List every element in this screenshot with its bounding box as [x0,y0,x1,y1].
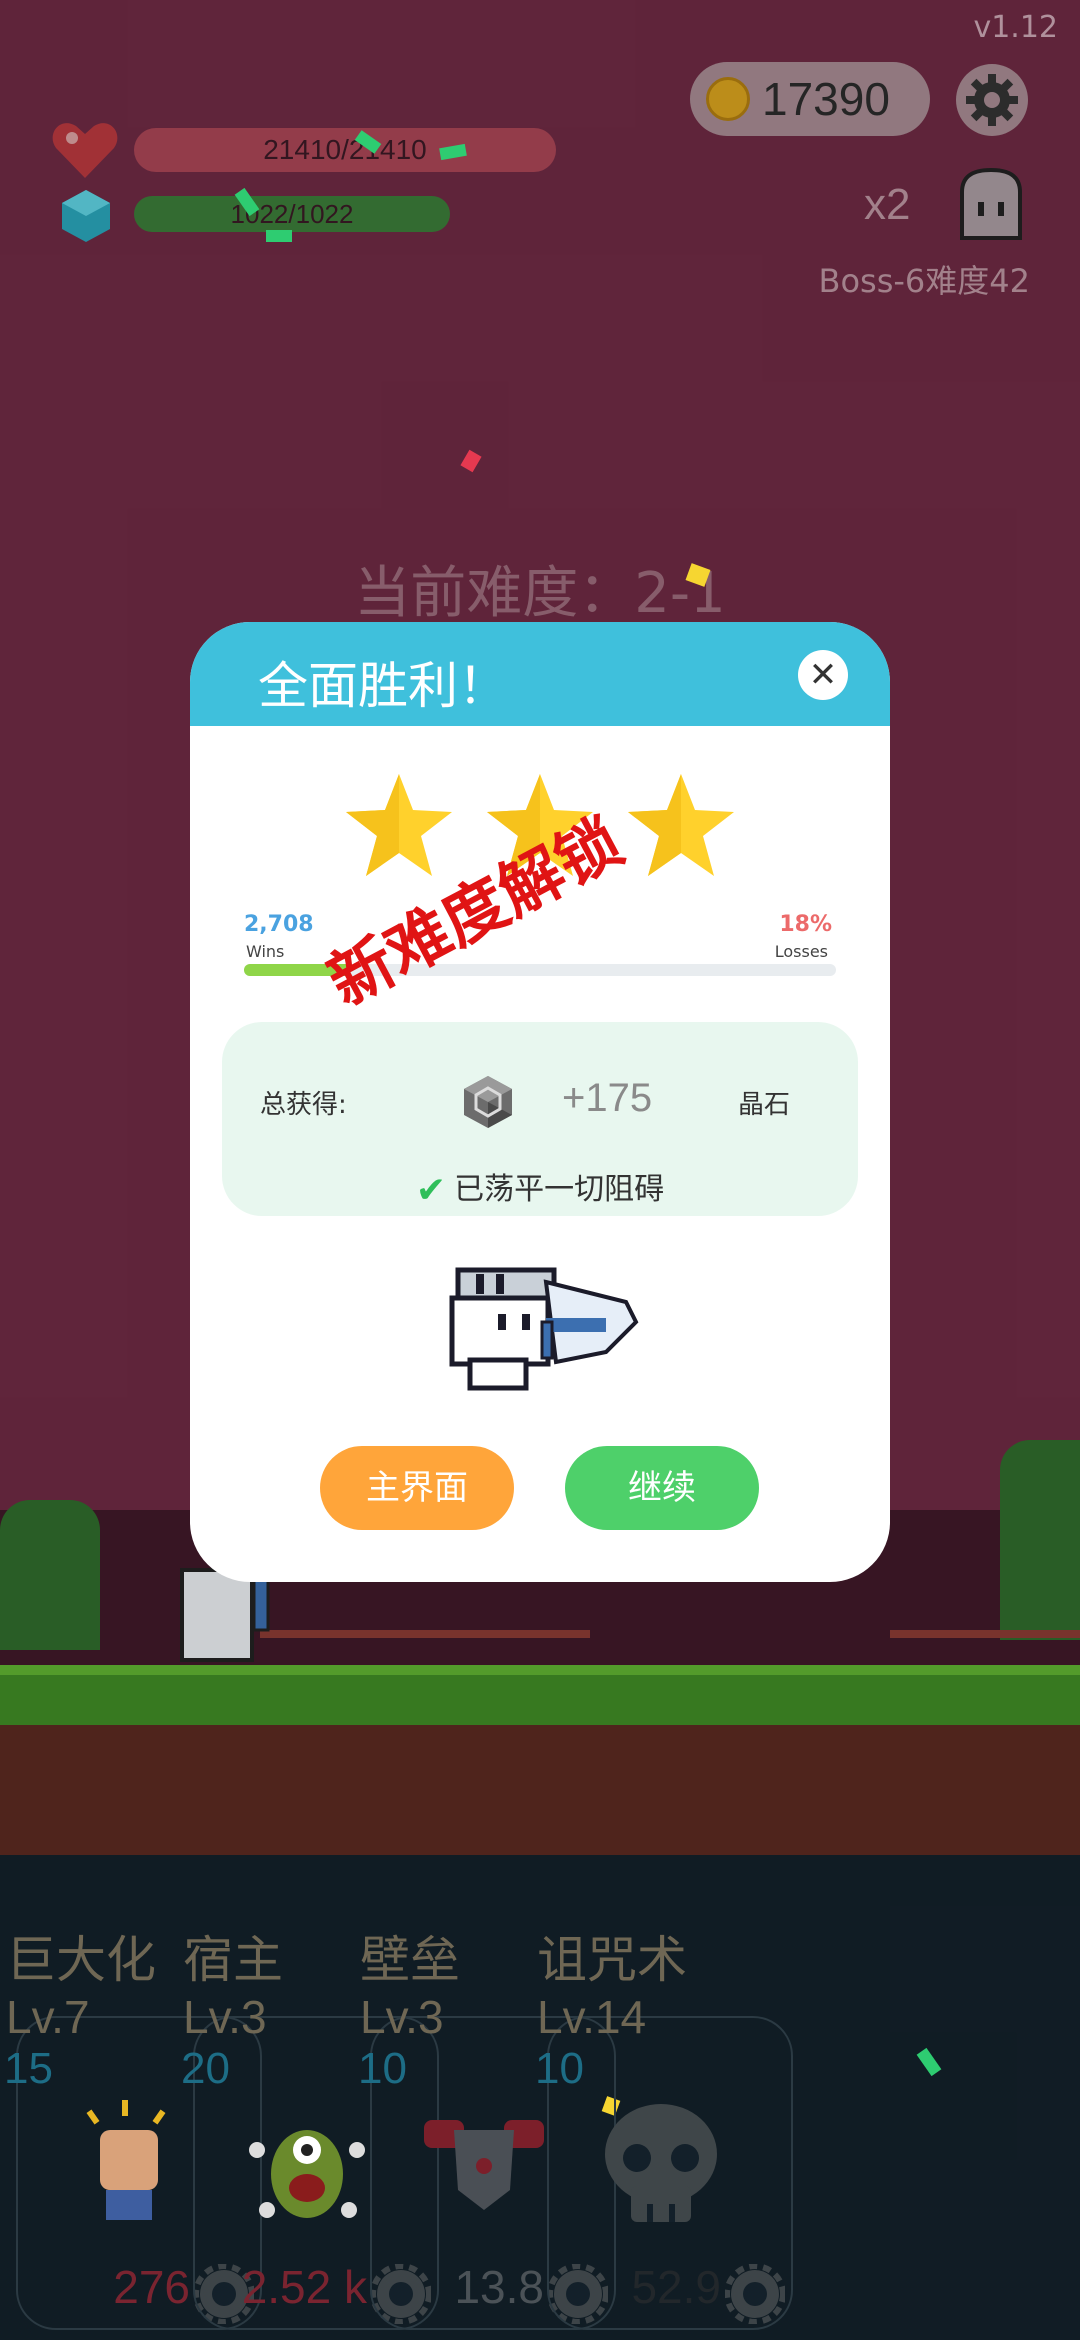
losses-value: 18% [779,912,832,937]
wins-label: Wins [246,942,285,961]
confetti [266,230,292,242]
skull-icon [605,2104,717,2222]
knight-sprite [449,1267,639,1391]
close-button[interactable]: ✕ [798,650,848,700]
skill-name: 宿主 [183,1931,283,1989]
skill-level: Lv.3 [360,1991,444,2043]
skill-level: Lv.14 [537,1991,647,2043]
skill-name: 壁垒 [360,1931,460,1989]
clear-message: ✔ 已荡平一切阻碍 [222,1164,858,1211]
skill-cost: 10 [358,2044,407,2093]
skill-cost: 20 [181,2044,230,2093]
upgrade-gear-icon[interactable] [725,2264,785,2324]
skill-value: 52.9 [631,2261,721,2313]
skill-level: Lv.3 [183,1991,267,2043]
check-icon: ✔ [415,1170,447,1211]
main-menu-button[interactable]: 主界面 [320,1446,514,1530]
skill-level: Lv.7 [6,1991,90,2043]
clear-text: 已荡平一切阻碍 [454,1172,665,1207]
reward-label: 总获得: [260,1090,347,1120]
reward-unit: 晶石 [738,1090,791,1120]
losses-label: Losses [774,942,828,961]
reward-value: +175 [562,1076,653,1120]
star-icon [628,774,734,876]
continue-button[interactable]: 继续 [565,1446,759,1530]
reward-box: 总获得: +175 晶石 ✔ 已荡平一切阻碍 [222,1022,858,1216]
crystal-icon [464,1076,512,1128]
skill-value: 2.52 k [241,2261,367,2313]
victory-dialog: 全面胜利！ ✕ 2,708 Wins 18% Losses 总获得: +175 … [190,622,890,1582]
skill-name: 巨大化 [6,1931,156,1989]
skill-card-curse[interactable]: 诅咒术 Lv.14 10 52.9 [531,1920,793,2330]
skill-cost: 10 [535,2044,584,2093]
skill-cost: 15 [4,2044,53,2093]
star-icon [346,774,452,876]
dialog-header: 全面胜利！ ✕ [190,622,890,726]
skill-name: 诅咒术 [537,1931,687,1989]
dialog-title: 全面胜利！ [258,657,508,715]
close-icon: ✕ [808,655,838,695]
wins-value: 2,708 [244,912,314,937]
